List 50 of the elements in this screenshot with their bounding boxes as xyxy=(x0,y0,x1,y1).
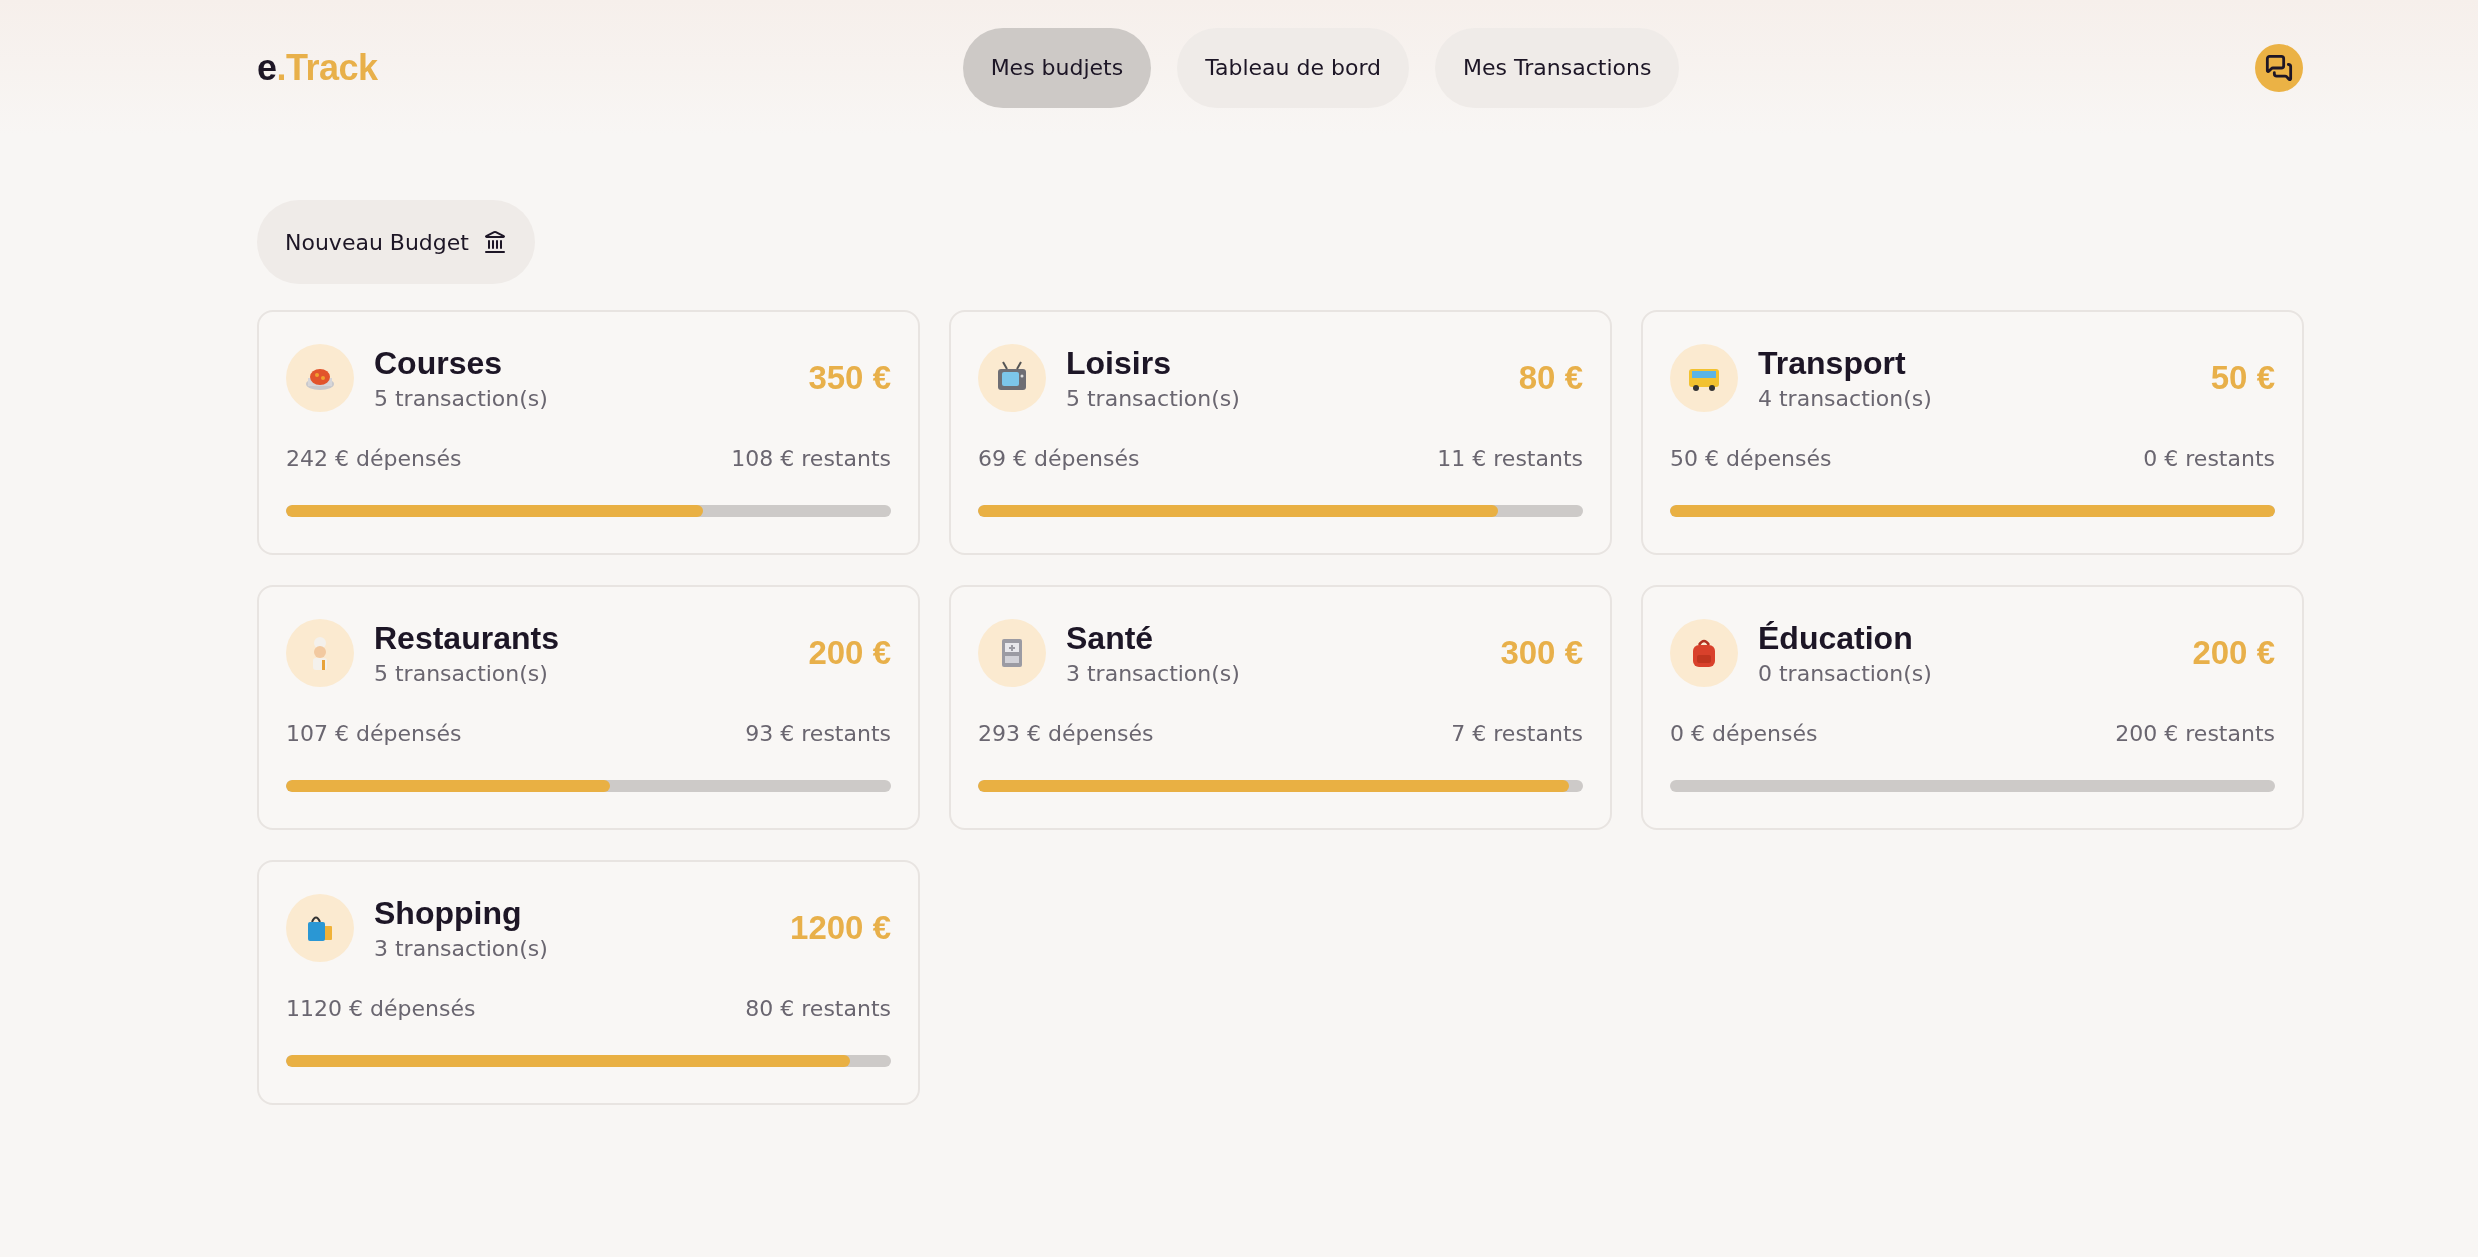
new-budget-button[interactable]: Nouveau Budget xyxy=(257,200,535,284)
spent-amount: 1120 € dépensés xyxy=(286,996,476,1021)
budget-name: Restaurants xyxy=(374,620,560,657)
nav-tab[interactable]: Mes budjets xyxy=(962,27,1152,108)
chat-icon xyxy=(2265,53,2293,82)
remaining-amount: 200 € restants xyxy=(2115,721,2275,746)
budget-amount: 80 € xyxy=(1518,359,1583,397)
budget-name: Loisirs xyxy=(1066,345,1172,382)
spent-amount: 107 € dépensés xyxy=(286,721,462,746)
budget-amount: 200 € xyxy=(2192,634,2275,672)
chat-button[interactable] xyxy=(2255,43,2303,92)
budget-card[interactable]: Shopping 3 transaction(s) 1200 € 1120 € dépensés 80 € restants xyxy=(257,860,920,1105)
spent-amount: 293 € dépensés xyxy=(978,721,1154,746)
bank-icon xyxy=(482,230,507,254)
remaining-amount: 7 € restants xyxy=(1451,721,1583,746)
budget-amount: 50 € xyxy=(2210,359,2275,397)
budget-name: Courses xyxy=(374,345,504,382)
budget-amount: 1200 € xyxy=(790,909,891,947)
nav-tab[interactable]: Tableau de bord xyxy=(1177,27,1410,108)
transaction-count: 0 transaction(s) xyxy=(1758,661,1933,686)
budget-card[interactable]: Loisirs 5 transaction(s) 80 € 69 € dépensés 11 € restants xyxy=(949,310,1612,555)
transaction-count: 3 transaction(s) xyxy=(374,936,549,961)
budget-name: Shopping xyxy=(374,895,523,932)
transaction-count: 5 transaction(s) xyxy=(374,386,549,411)
spent-amount: 242 € dépensés xyxy=(286,446,462,471)
budget-amount: 350 € xyxy=(808,359,891,397)
budget-card[interactable]: Éducation 0 transaction(s) 200 € 0 € dépensés 200 € restants xyxy=(1641,585,2304,830)
budget-card[interactable]: Courses 5 transaction(s) 350 € 242 € dépensés 108 € restants xyxy=(257,310,920,555)
budget-amount: 300 € xyxy=(1500,634,1583,672)
budget-name: Transport xyxy=(1758,345,1907,382)
spent-amount: 50 € dépensés xyxy=(1670,446,1832,471)
remaining-amount: 93 € restants xyxy=(745,721,891,746)
remaining-amount: 80 € restants xyxy=(745,996,891,1021)
remaining-amount: 11 € restants xyxy=(1437,446,1583,471)
spent-amount: 69 € dépensés xyxy=(978,446,1140,471)
transaction-count: 4 transaction(s) xyxy=(1758,386,1933,411)
remaining-amount: 0 € restants xyxy=(2143,446,2275,471)
spent-amount: 0 € dépensés xyxy=(1670,721,1818,746)
budget-card[interactable]: Restaurants 5 transaction(s) 200 € 107 € dépensés 93 € restants xyxy=(257,585,920,830)
transaction-count: 5 transaction(s) xyxy=(1066,386,1241,411)
transaction-count: 5 transaction(s) xyxy=(374,661,549,686)
app-logo[interactable]: e.Track xyxy=(257,46,378,89)
budget-name: Santé xyxy=(1066,620,1155,657)
budget-card[interactable]: Santé 3 transaction(s) 300 € 293 € dépensés 7 € restants xyxy=(949,585,1612,830)
budget-amount: 200 € xyxy=(808,634,891,672)
transaction-count: 3 transaction(s) xyxy=(1066,661,1241,686)
budget-card[interactable]: Transport 4 transaction(s) 50 € 50 € dépensés 0 € restants xyxy=(1641,310,2304,555)
budget-name: Éducation xyxy=(1758,620,1914,657)
nav-tab[interactable]: Mes Transactions xyxy=(1435,27,1680,108)
remaining-amount: 108 € restants xyxy=(731,446,891,471)
